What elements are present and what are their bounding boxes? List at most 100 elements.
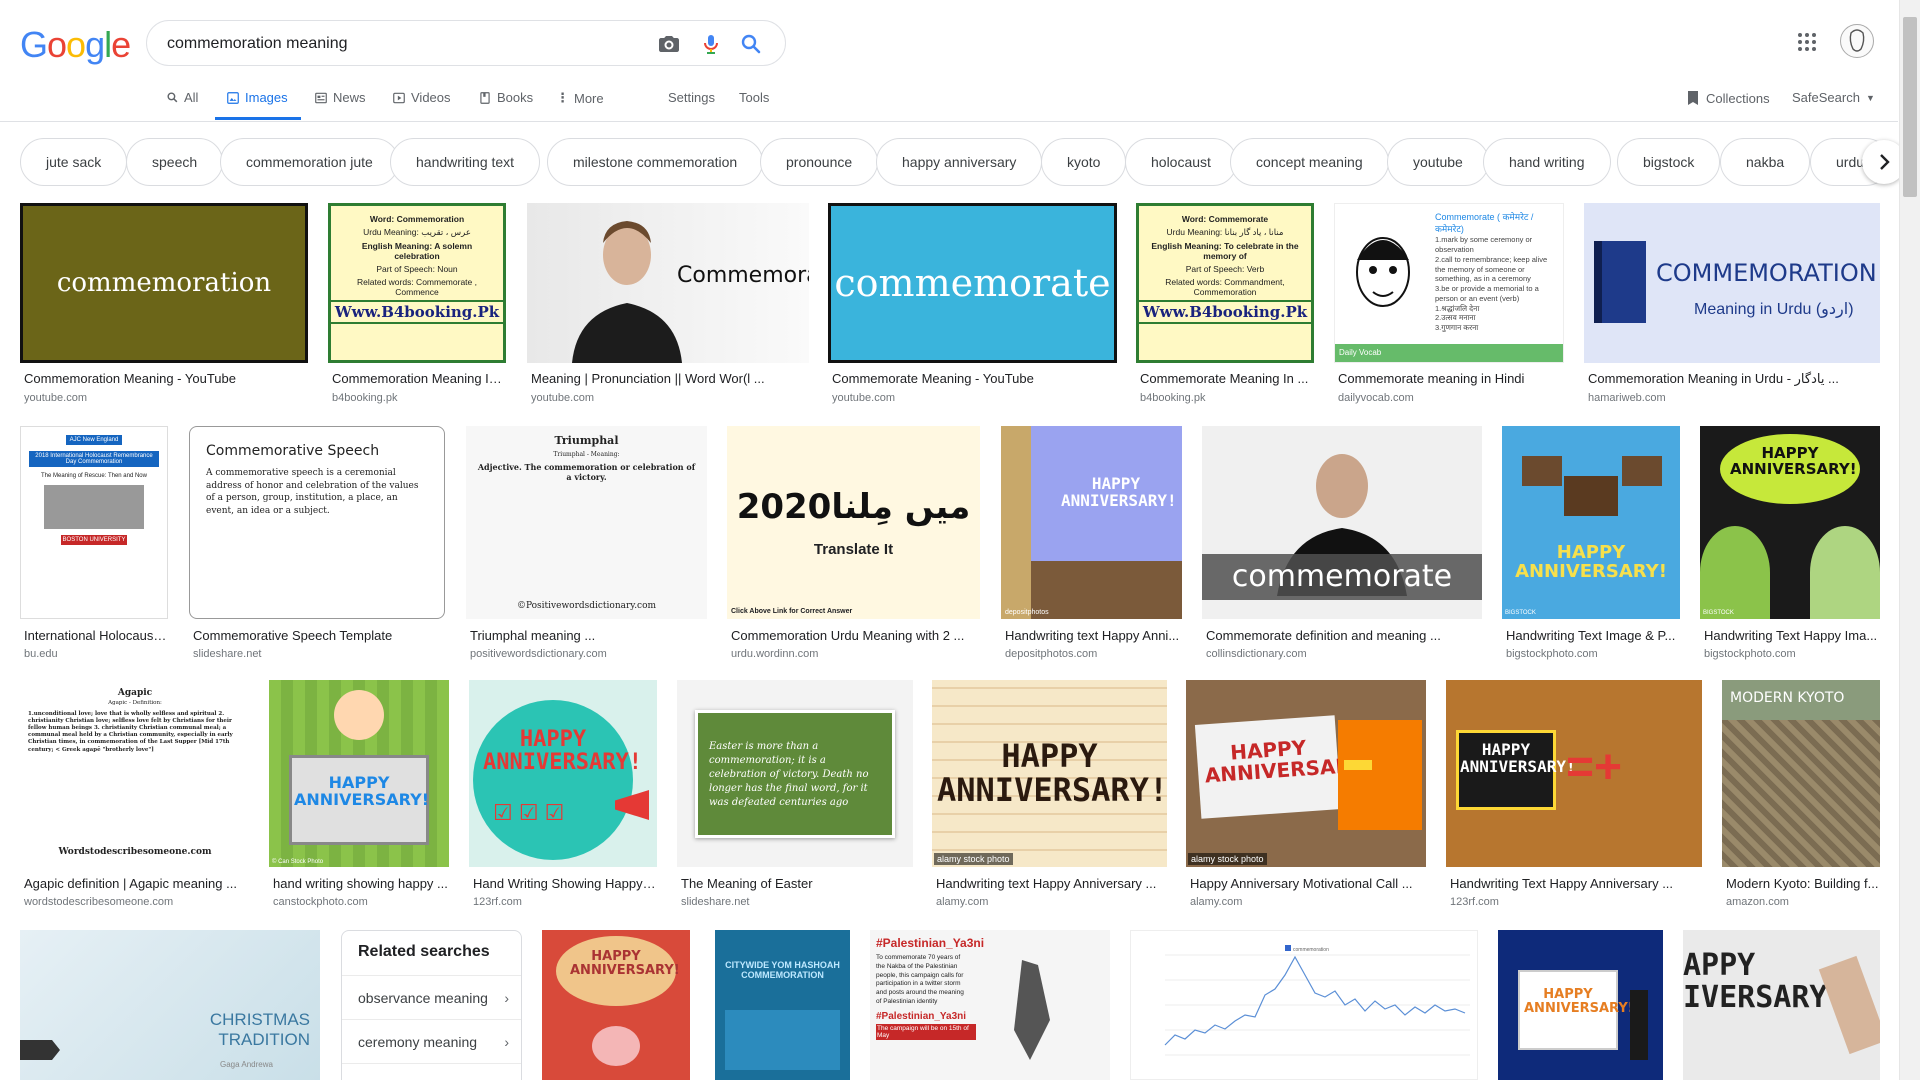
chip[interactable]: commemoration jute <box>220 138 399 186</box>
google-logo[interactable]: Google <box>20 24 131 66</box>
image-result[interactable]: HAPPY ANNIVERSARY! <box>542 930 690 1080</box>
tab-books[interactable]: Books <box>478 90 533 105</box>
chip[interactable]: jute sack <box>20 138 128 186</box>
image-result[interactable]: MODERN KYOTO Modern Kyoto: Building f...… <box>1722 680 1880 910</box>
result-title[interactable]: Commemorate Meaning - YouTube <box>832 371 1112 386</box>
result-title[interactable]: Agapic definition | Agapic meaning ... <box>24 876 250 891</box>
search-input[interactable] <box>167 31 637 57</box>
image-result[interactable]: APPY IVERSARY! <box>1683 930 1880 1080</box>
result-title[interactable]: International Holocaust ... <box>24 628 168 643</box>
related-search-item[interactable]: ceremony meaning › <box>342 1019 521 1063</box>
image-result[interactable]: HAPPY ANNIVERSARY! <box>1498 930 1663 1080</box>
search-icon[interactable] <box>739 32 763 56</box>
chip[interactable]: holocaust <box>1125 138 1237 186</box>
book-icon <box>1594 241 1646 323</box>
collections-link[interactable]: Collections <box>1686 90 1770 106</box>
chip[interactable]: happy anniversary <box>876 138 1043 186</box>
image-result[interactable]: #Palestinian_Ya3ni To commemorate 70 yea… <box>870 930 1110 1080</box>
safesearch-menu[interactable]: SafeSearch ▼ <box>1792 90 1875 105</box>
thumbnail: Commemorative Speech A commemorative spe… <box>189 426 445 619</box>
tab-settings[interactable]: Settings <box>668 90 715 105</box>
thumbnail: #Palestinian_Ya3ni To commemorate 70 yea… <box>870 930 1110 1080</box>
result-title[interactable]: Triumphal meaning ... <box>470 628 706 643</box>
result-title[interactable]: The Meaning of Easter <box>681 876 913 891</box>
cartoon-face <box>1356 237 1410 307</box>
scrollbar-thumb[interactable] <box>1903 17 1917 197</box>
result-title[interactable]: Modern Kyoto: Building f... <box>1726 876 1880 891</box>
thumbnail: Easter is more than a commemoration; it … <box>677 680 913 867</box>
search-box[interactable] <box>146 20 786 66</box>
image-result[interactable]: HAPPY ANNIVERSARY! ☑ ☑ ☑ Hand Writing Sh… <box>469 680 657 910</box>
chip[interactable]: speech <box>126 138 224 186</box>
chip[interactable]: nakba <box>1720 138 1811 186</box>
result-title[interactable]: Handwriting text Happy Anni... <box>1005 628 1181 643</box>
image-result[interactable]: Agapic Agapic - Definition: 1.unconditio… <box>20 680 250 910</box>
result-title[interactable]: Commemoration Meaning in Urdu - یادگار .… <box>1588 371 1878 387</box>
tab-all[interactable]: All <box>166 90 198 105</box>
page-scrollbar[interactable] <box>1899 0 1920 1080</box>
tab-more[interactable]: ⋮ More <box>556 90 604 106</box>
bookmark-icon <box>1688 91 1698 105</box>
apps-grid-icon[interactable] <box>1795 30 1819 54</box>
image-result[interactable]: commemorate Commemorate definition and m… <box>1202 426 1482 660</box>
result-title[interactable]: Commemorate definition and meaning ... <box>1206 628 1482 643</box>
related-search-item[interactable] <box>342 1063 521 1080</box>
tab-news[interactable]: News <box>314 90 366 105</box>
tab-videos[interactable]: Videos <box>392 90 451 105</box>
image-result[interactable]: Easter is more than a commemoration; it … <box>677 680 913 910</box>
chip[interactable]: bigstock <box>1617 138 1721 186</box>
image-result[interactable]: CHRISTMAS TRADITION Gaga Andrewa <box>20 930 320 1080</box>
thumbnail: commemoration <box>1130 930 1478 1080</box>
result-title[interactable]: Happy Anniversary Motivational Call ... <box>1190 876 1426 891</box>
microphone-icon[interactable] <box>699 32 723 56</box>
thumbnail-text: 3.गुणगान करना <box>1435 323 1479 333</box>
image-result[interactable]: COMMEMORATION Meaning in Urdu (اردو) Com… <box>1584 203 1880 408</box>
result-title[interactable]: Commemoration Meaning - YouTube <box>24 371 304 386</box>
image-result[interactable]: HAPPY ANNIVERSARY! alamy stock photo Hap… <box>1186 680 1426 910</box>
image-result[interactable]: AJC New England 2018 International Holoc… <box>20 426 168 660</box>
chip[interactable]: pronounce <box>760 138 879 186</box>
tab-images[interactable]: Images <box>226 90 288 105</box>
image-result[interactable]: Commemorate ( कमेमरेट /कमेमरेट) 1.mark b… <box>1334 203 1564 408</box>
result-title[interactable]: Handwriting Text Image & P... <box>1506 628 1680 643</box>
image-result[interactable]: Commemorative Speech A commemorative spe… <box>189 426 445 660</box>
result-title[interactable]: Commemorate meaning in Hindi <box>1338 371 1564 386</box>
result-title[interactable]: hand writing showing happy ... <box>273 876 449 891</box>
result-title[interactable]: Hand Writing Showing Happy ... <box>473 876 657 891</box>
result-title[interactable]: Handwriting Text Happy Anniversary ... <box>1450 876 1702 891</box>
image-result[interactable]: Word: Commemoration Urdu Meaning: عرس ، … <box>328 203 506 408</box>
result-title[interactable]: Commemoration Urdu Meaning with 2 ... <box>731 628 979 643</box>
chip[interactable]: hand writing <box>1483 138 1611 186</box>
image-result[interactable]: Commemorate Meaning | Pronunciation || W… <box>527 203 809 408</box>
pig-icon <box>592 1026 640 1066</box>
result-title[interactable]: Meaning | Pronunciation || Word Wor(l ..… <box>531 371 807 386</box>
result-title[interactable]: Commemorate Meaning In ... <box>1140 371 1312 386</box>
chip[interactable]: youtube <box>1387 138 1489 186</box>
image-result[interactable]: HAPPY ANNIVERSARY! =+ Handwriting Text H… <box>1446 680 1702 910</box>
tab-tools[interactable]: Tools <box>739 90 769 105</box>
image-result[interactable]: Triumphal Triumphal - Meaning: Adjective… <box>466 426 707 660</box>
image-result[interactable]: HAPPY ANNIVERSARY! alamy stock photo Han… <box>932 680 1167 910</box>
account-avatar[interactable] <box>1840 24 1874 58</box>
chip[interactable]: kyoto <box>1041 138 1127 186</box>
chip[interactable]: handwriting text <box>390 138 541 186</box>
image-result[interactable]: commemoration <box>1130 930 1478 1080</box>
image-result[interactable]: Word: Commemorate Urdu Meaning: منانا ، … <box>1136 203 1314 408</box>
result-title[interactable]: Handwriting text Happy Anniversary ... <box>936 876 1167 891</box>
result-title[interactable]: Commemoration Meaning In ... <box>332 371 504 386</box>
chip[interactable]: milestone commemoration <box>547 138 764 186</box>
camera-icon[interactable] <box>657 32 681 56</box>
chip[interactable]: concept meaning <box>1230 138 1389 186</box>
result-source: positivewordsdictionary.com <box>470 648 607 660</box>
image-result[interactable]: 2020میں مِلنا Translate It Click Above L… <box>727 426 980 660</box>
image-result[interactable]: HAPPY ANNIVERSARY! BIGSTOCK Handwriting … <box>1502 426 1680 660</box>
result-title[interactable]: Handwriting Text Happy Ima... <box>1704 628 1880 643</box>
image-result[interactable]: HAPPY ANNIVERSARY! BIGSTOCK Handwriting … <box>1700 426 1880 660</box>
result-title[interactable]: Commemorative Speech Template <box>193 628 443 643</box>
image-result[interactable]: commemorate Commemorate Meaning - YouTub… <box>828 203 1117 408</box>
image-result[interactable]: CITYWIDE YOM HASHOAH COMMEMORATION <box>715 930 850 1080</box>
image-result[interactable]: HAPPY ANNIVERSARY! depositphotos Handwri… <box>1001 426 1182 660</box>
image-result[interactable]: commemoration Commemoration Meaning - Yo… <box>20 203 308 408</box>
image-result[interactable]: HAPPY ANNIVERSARY! © Can Stock Photo han… <box>269 680 449 910</box>
related-search-item[interactable]: observance meaning › <box>342 975 521 1019</box>
